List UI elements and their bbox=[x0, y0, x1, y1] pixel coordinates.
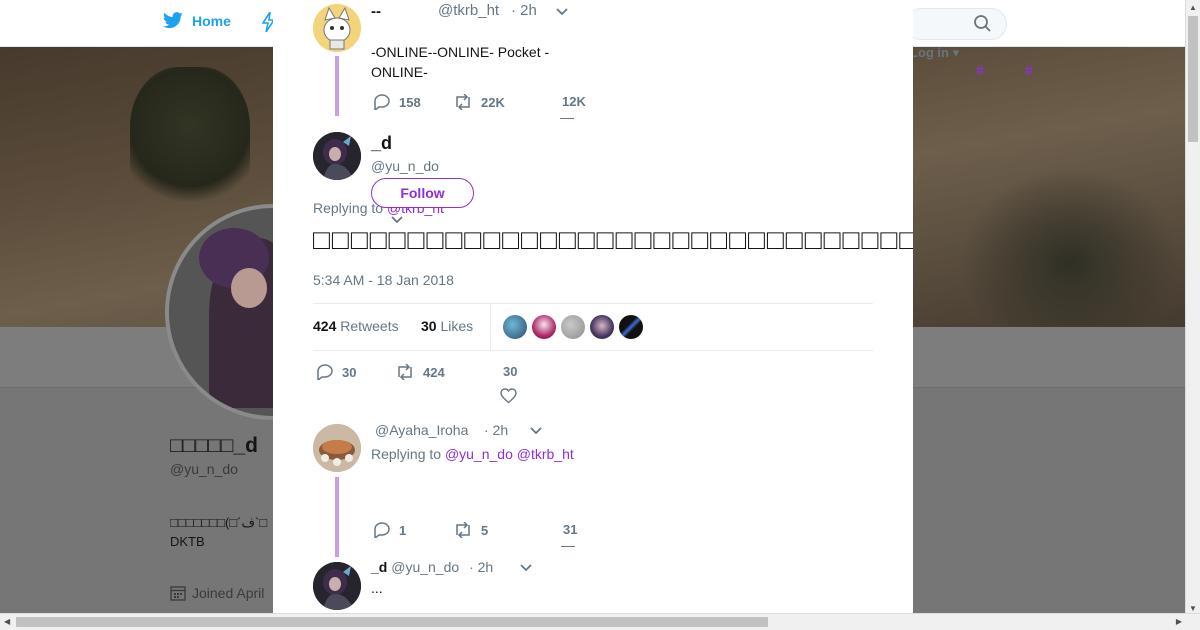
close-icon[interactable] bbox=[1152, 10, 1180, 38]
tweet-author[interactable]: _d @yu_n_do · 2h bbox=[371, 559, 493, 575]
chevron-down-icon[interactable] bbox=[556, 8, 568, 16]
retweet-count: 5 bbox=[481, 522, 489, 538]
reply-icon bbox=[317, 364, 333, 380]
thread-line bbox=[335, 477, 339, 557]
reply-icon bbox=[374, 94, 390, 110]
scroll-down-arrow-icon[interactable]: ▼ bbox=[1189, 604, 1197, 613]
liker-avatar[interactable] bbox=[561, 315, 585, 339]
like-button[interactable]: 30 bbox=[503, 364, 517, 379]
profile-display-name: □□□□□_d bbox=[170, 434, 258, 457]
search-icon[interactable] bbox=[973, 14, 991, 32]
replying-to-link[interactable]: @yu_n_do @tkrb_ht bbox=[445, 446, 574, 462]
food-avatar-icon bbox=[313, 424, 361, 472]
scroll-up-arrow-icon[interactable]: ▲ bbox=[1189, 3, 1197, 12]
tweet-time: · 2h bbox=[469, 559, 494, 575]
cat-avatar-icon bbox=[313, 4, 361, 52]
reply-count: 1 bbox=[399, 522, 407, 538]
retweets-stat-count: 424 bbox=[313, 318, 337, 334]
login-link[interactable]: Log in ▾ bbox=[910, 45, 959, 61]
liker-avatar[interactable] bbox=[590, 315, 614, 339]
tweet-time[interactable]: · 2h bbox=[484, 422, 508, 438]
reply-button[interactable]: 158 bbox=[373, 94, 421, 110]
profile-bio-line: DKTB bbox=[170, 534, 205, 549]
retweets-stat-label: Retweets bbox=[340, 318, 399, 334]
chevron-down-icon[interactable] bbox=[520, 564, 532, 572]
tweet-author-name: _d bbox=[371, 559, 388, 575]
tweet-stats: 424 Retweets 30 Likes bbox=[313, 303, 873, 351]
scroll-left-arrow-icon[interactable]: ◀ bbox=[4, 617, 10, 626]
tweet-text-large: □□□□□□□□□□□□□□□□□□□□□□□□□□□□□□□□□□□□□□□□… bbox=[313, 224, 913, 255]
reply-count: 158 bbox=[399, 94, 421, 110]
profile-handle: @yu_n_do bbox=[170, 461, 238, 477]
like-button[interactable]: 31 bbox=[563, 522, 577, 537]
tweet-text: -ONLINE--ONLINE- Pocket -ONLINE- bbox=[371, 44, 550, 80]
profile-bio: □□□□□□□(□´ف`□ DKTB bbox=[170, 513, 267, 551]
retweet-count: 424 bbox=[423, 364, 445, 380]
tweet-modal: -- @tkrb_ht · 2h -ONLINE--ONLINE- Pocket… bbox=[273, 0, 913, 614]
nav-home[interactable]: Home bbox=[162, 12, 231, 30]
likes-stat-count: 30 bbox=[421, 318, 437, 334]
search-input[interactable] bbox=[905, 8, 1007, 40]
retweet-icon bbox=[456, 522, 470, 538]
likes-stat[interactable]: 30 Likes bbox=[421, 318, 473, 334]
tweet-avatar[interactable] bbox=[313, 132, 361, 180]
hashtag-link[interactable]: # bbox=[1025, 62, 1033, 78]
liker-avatar[interactable] bbox=[619, 315, 643, 339]
heart-icon[interactable] bbox=[500, 388, 517, 404]
tweet-author-handle[interactable]: @Ayaha_Iroha bbox=[375, 422, 468, 438]
hashtag-link[interactable]: # bbox=[976, 62, 984, 78]
retweet-icon bbox=[398, 364, 412, 380]
retweet-icon bbox=[456, 94, 470, 110]
tweet-avatar[interactable] bbox=[313, 562, 361, 610]
reply-count: 30 bbox=[342, 364, 357, 380]
reply-icon bbox=[374, 522, 390, 538]
retweet-count: 22K bbox=[481, 94, 505, 110]
tweet-avatar[interactable] bbox=[313, 424, 361, 472]
retweet-button[interactable]: 424 bbox=[395, 364, 445, 380]
like-heart-partial bbox=[561, 546, 575, 551]
reply-button[interactable]: 30 bbox=[316, 364, 356, 380]
replying-to-label: Replying to bbox=[371, 446, 442, 462]
horizontal-scrollbar[interactable]: ◀ ▶ bbox=[0, 613, 1200, 630]
chevron-down-icon[interactable] bbox=[391, 216, 403, 224]
tweet-time[interactable]: · 2h bbox=[511, 2, 537, 19]
scrollbar-thumb[interactable] bbox=[1188, 16, 1198, 142]
chevron-down-icon[interactable] bbox=[530, 427, 542, 435]
character-avatar-icon bbox=[313, 562, 361, 610]
reply-button[interactable]: 1 bbox=[373, 522, 406, 538]
calendar-icon bbox=[170, 586, 186, 601]
tweet-author-handle: @yu_n_do bbox=[391, 559, 460, 575]
liker-avatar[interactable] bbox=[503, 315, 527, 339]
retweet-button[interactable]: 22K bbox=[453, 94, 505, 110]
tweet-author-name[interactable]: _d bbox=[371, 133, 392, 154]
tweet-author-name[interactable]: -- bbox=[371, 3, 381, 20]
like-heart-partial bbox=[560, 118, 574, 123]
likes-stat-label: Likes bbox=[440, 318, 474, 334]
like-button[interactable]: 12K bbox=[562, 94, 586, 109]
follow-button[interactable]: Follow bbox=[371, 178, 474, 208]
vertical-scrollbar[interactable]: ▲ ▼ bbox=[1185, 0, 1200, 616]
profile-joined-label: Joined April bbox=[192, 585, 265, 601]
tweet-text: ... bbox=[371, 580, 383, 596]
nav-home-label: Home bbox=[192, 13, 231, 29]
twitter-bird-icon bbox=[163, 12, 183, 29]
tweet-author-handle[interactable]: @yu_n_do bbox=[371, 158, 439, 174]
thread-line bbox=[335, 56, 339, 116]
like-count: 12K bbox=[562, 94, 586, 109]
character-avatar-icon bbox=[313, 132, 361, 180]
profile-bio-line: □□□□□□□(□´ف`□ bbox=[170, 515, 268, 530]
retweet-button[interactable]: 5 bbox=[453, 522, 488, 538]
scrollbar-thumb[interactable] bbox=[16, 617, 768, 627]
retweets-stat[interactable]: 424 Retweets bbox=[313, 318, 399, 334]
tweet-avatar[interactable] bbox=[313, 4, 361, 52]
profile-joined: Joined April bbox=[170, 585, 264, 601]
like-count: 30 bbox=[503, 364, 518, 379]
like-count: 31 bbox=[563, 522, 578, 537]
replying-to: Replying to @yu_n_do @tkrb_ht bbox=[371, 446, 574, 462]
liker-avatar[interactable] bbox=[532, 315, 556, 339]
replying-to-label: Replying to bbox=[313, 200, 384, 216]
scroll-right-arrow-icon[interactable]: ▶ bbox=[1176, 617, 1182, 626]
tweet-author-handle[interactable]: @tkrb_ht bbox=[438, 2, 499, 19]
tweet-timestamp[interactable]: 5:34 AM - 18 Jan 2018 bbox=[313, 272, 454, 288]
